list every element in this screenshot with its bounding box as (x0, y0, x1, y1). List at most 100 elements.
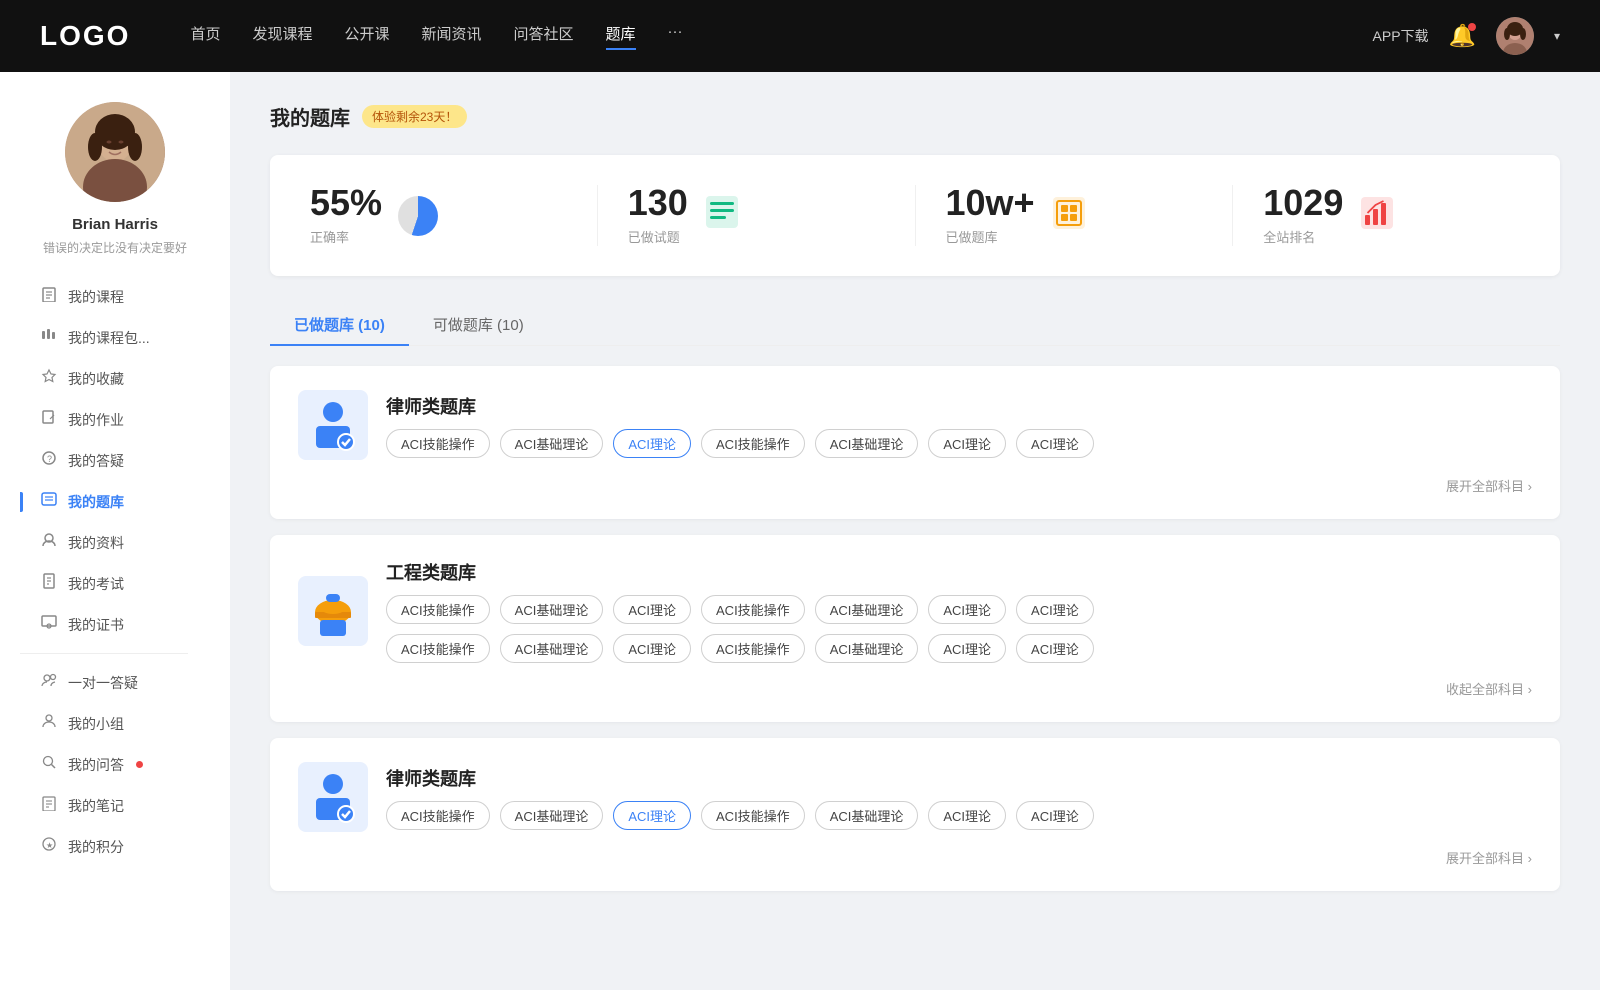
bank-tag[interactable]: ACI理论 (1016, 429, 1094, 458)
bank-tag-active[interactable]: ACI理论 (613, 429, 691, 458)
sidebar-label: 我的作业 (68, 410, 124, 430)
bank-title: 工程类题库 (386, 559, 1094, 585)
nav-discover[interactable]: 发现课程 (252, 23, 312, 50)
bank-tag-active[interactable]: ACI理论 (613, 801, 691, 830)
app-download-button[interactable]: APP下载 (1373, 26, 1429, 46)
bank-tag[interactable]: ACI技能操作 (701, 801, 805, 830)
bank-extra-tags: ACI技能操作 ACI基础理论 ACI理论 ACI技能操作 ACI基础理论 AC… (386, 634, 1094, 663)
bank-tag[interactable]: ACI理论 (1016, 634, 1094, 663)
bank-title: 律师类题库 (386, 393, 1094, 419)
sidebar-label: 我的考试 (68, 574, 124, 594)
my-course-icon (40, 286, 58, 307)
notification-bell-icon[interactable]: 🔔 (1449, 23, 1476, 49)
avatar[interactable] (1496, 17, 1534, 55)
logo: LOGO (40, 20, 130, 52)
sidebar-item-my-questions[interactable]: 我的问答 (20, 744, 230, 785)
bank-tag[interactable]: ACI技能操作 (386, 429, 490, 458)
done-banks-label: 已做题库 (946, 227, 1035, 246)
site-rank-icon (1359, 195, 1395, 236)
bank-tag[interactable]: ACI基础理论 (500, 634, 604, 663)
bank-tag[interactable]: ACI基础理论 (815, 634, 919, 663)
sidebar-item-course-package[interactable]: 我的课程包... (20, 317, 230, 358)
sidebar-item-my-points[interactable]: ★ 我的积分 (20, 826, 230, 867)
main-content: 我的题库 体验剩余23天！ 55% 正确率 130 已做试题 (230, 72, 1600, 990)
bank-tag[interactable]: ACI技能操作 (701, 595, 805, 624)
nav-qa[interactable]: 问答社区 (514, 23, 574, 50)
stat-done-questions: 130 已做试题 (628, 185, 916, 246)
done-banks-icon (1051, 195, 1087, 236)
sidebar-item-my-qa[interactable]: ? 我的答疑 (20, 440, 230, 481)
bank-tag[interactable]: ACI技能操作 (386, 634, 490, 663)
sidebar-item-1on1[interactable]: 一对一答疑 (20, 662, 230, 703)
sidebar-item-my-cert[interactable]: 我的证书 (20, 604, 230, 645)
bank-tag[interactable]: ACI基础理论 (815, 595, 919, 624)
bank-tag[interactable]: ACI理论 (928, 429, 1006, 458)
avatar-chevron-icon[interactable]: ▾ (1554, 29, 1560, 43)
1on1-icon (40, 672, 58, 693)
sidebar-label: 我的课程包... (68, 328, 150, 348)
bank-tags: ACI技能操作 ACI基础理论 ACI理论 ACI技能操作 ACI基础理论 AC… (386, 801, 1094, 830)
sidebar-item-favorites[interactable]: 我的收藏 (20, 358, 230, 399)
nav-more[interactable]: ··· (668, 23, 683, 50)
sidebar-item-my-notes[interactable]: 我的笔记 (20, 785, 230, 826)
accuracy-value: 55% (310, 185, 382, 221)
tab-available-banks[interactable]: 可做题库 (10) (409, 304, 548, 345)
bank-tag[interactable]: ACI技能操作 (386, 801, 490, 830)
nav-open-course[interactable]: 公开课 (344, 23, 389, 50)
my-exam-icon (40, 573, 58, 594)
bank-tag[interactable]: ACI基础理论 (500, 595, 604, 624)
accuracy-pie-chart (398, 196, 438, 236)
bank-expand-button[interactable]: 展开全部科目 › (298, 848, 1532, 867)
bank-header: 律师类题库 ACI技能操作 ACI基础理论 ACI理论 ACI技能操作 ACI基… (298, 762, 1532, 832)
sidebar-item-my-data[interactable]: 我的资料 (20, 522, 230, 563)
bank-tag[interactable]: ACI基础理论 (500, 429, 604, 458)
bank-tag[interactable]: ACI技能操作 (386, 595, 490, 624)
nav-question-bank[interactable]: 题库 (606, 23, 636, 50)
bank-tag[interactable]: ACI理论 (1016, 801, 1094, 830)
bank-tag[interactable]: ACI理论 (613, 595, 691, 624)
stats-card: 55% 正确率 130 已做试题 10w+ 已做题库 (270, 155, 1560, 276)
stat-done-banks: 10w+ 已做题库 (946, 185, 1234, 246)
sidebar-item-question-bank[interactable]: 我的题库 (20, 481, 230, 522)
bank-tags: ACI技能操作 ACI基础理论 ACI理论 ACI技能操作 ACI基础理论 AC… (386, 429, 1094, 458)
bank-collapse-button[interactable]: 收起全部科目 › (298, 679, 1532, 698)
my-qa-icon: ? (40, 450, 58, 471)
sidebar-item-my-course[interactable]: 我的课程 (20, 276, 230, 317)
svg-text:?: ? (47, 454, 52, 464)
bank-tags: ACI技能操作 ACI基础理论 ACI理论 ACI技能操作 ACI基础理论 AC… (386, 595, 1094, 624)
homework-icon (40, 409, 58, 430)
notification-dot (1468, 23, 1476, 31)
bank-tag[interactable]: ACI理论 (928, 634, 1006, 663)
page-layout: Brian Harris 错误的决定比没有决定要好 我的课程 我的课程包... … (0, 72, 1600, 990)
bank-tag[interactable]: ACI基础理论 (815, 429, 919, 458)
bank-tag[interactable]: ACI技能操作 (701, 634, 805, 663)
sidebar: Brian Harris 错误的决定比没有决定要好 我的课程 我的课程包... … (0, 72, 230, 990)
sidebar-label: 我的资料 (68, 533, 124, 553)
bank-header: 工程类题库 ACI技能操作 ACI基础理论 ACI理论 ACI技能操作 ACI基… (298, 559, 1532, 663)
bank-icon-wrap (298, 390, 368, 460)
tab-done-banks[interactable]: 已做题库 (10) (270, 304, 409, 345)
bank-section-engineer: 工程类题库 ACI技能操作 ACI基础理论 ACI理论 ACI技能操作 ACI基… (270, 535, 1560, 722)
bank-tag[interactable]: ACI理论 (928, 595, 1006, 624)
nav-news[interactable]: 新闻资讯 (422, 23, 482, 50)
bank-tag[interactable]: ACI理论 (613, 634, 691, 663)
sidebar-motto: 错误的决定比没有决定要好 (43, 239, 187, 256)
bank-tag[interactable]: ACI技能操作 (701, 429, 805, 458)
bank-tag[interactable]: ACI理论 (928, 801, 1006, 830)
nav-links: 首页 发现课程 公开课 新闻资讯 问答社区 题库 ··· (190, 23, 1372, 50)
bank-tag[interactable]: ACI基础理论 (815, 801, 919, 830)
sidebar-label: 我的题库 (68, 492, 124, 512)
sidebar-label: 我的答疑 (68, 451, 124, 471)
sidebar-item-my-exam[interactable]: 我的考试 (20, 563, 230, 604)
site-rank-label: 全站排名 (1263, 227, 1343, 246)
sidebar-item-homework[interactable]: 我的作业 (20, 399, 230, 440)
bank-title-area: 工程类题库 ACI技能操作 ACI基础理论 ACI理论 ACI技能操作 ACI基… (386, 559, 1094, 663)
bank-expand-button[interactable]: 展开全部科目 › (298, 476, 1532, 495)
sidebar-label: 我的收藏 (68, 369, 124, 389)
page-header: 我的题库 体验剩余23天！ (270, 102, 1560, 131)
question-bank-icon (40, 491, 58, 512)
bank-tag[interactable]: ACI基础理论 (500, 801, 604, 830)
nav-home[interactable]: 首页 (190, 23, 220, 50)
bank-tag[interactable]: ACI理论 (1016, 595, 1094, 624)
sidebar-item-my-group[interactable]: 我的小组 (20, 703, 230, 744)
